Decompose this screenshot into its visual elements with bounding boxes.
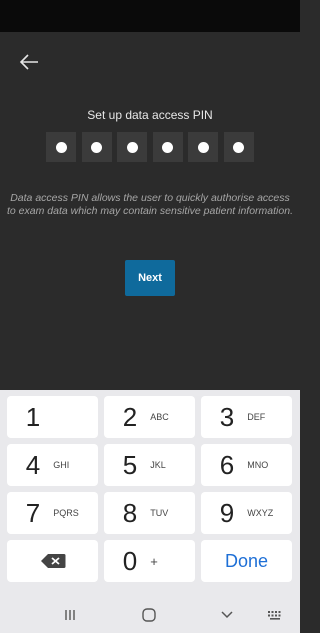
key-letters: ABC [150, 412, 169, 422]
key-3[interactable]: 3 DEF [201, 396, 292, 438]
system-nav-bar [0, 597, 300, 633]
key-0[interactable]: 0 + [104, 540, 195, 582]
pin-box [152, 132, 183, 162]
pin-box [223, 132, 254, 162]
key-digit: 7 [25, 497, 41, 528]
backspace-key[interactable] [7, 540, 98, 582]
key-letters: MNO [247, 460, 269, 470]
keyboard-icon [268, 611, 281, 620]
key-2[interactable]: 2 ABC [104, 396, 195, 438]
numeric-keyboard: 1 2 ABC 3 DEF 4 GHI 5 JKL 6 MNO 7 PQRS 8… [0, 390, 300, 597]
pin-dot [162, 141, 174, 153]
key-8[interactable]: 8 TUV [104, 492, 195, 534]
pin-box [46, 132, 76, 162]
key-letters: TUV [150, 508, 169, 518]
key-1[interactable]: 1 [7, 396, 98, 438]
recents-button[interactable] [60, 605, 80, 625]
key-digit: 0 [122, 545, 138, 576]
pin-setup-screen: Set up data access PIN Data access PIN a… [0, 32, 300, 390]
pin-dot [126, 141, 138, 153]
key-digit: 9 [219, 497, 235, 528]
done-label: Done [224, 550, 269, 571]
home-button[interactable] [138, 605, 160, 625]
pin-dot [91, 141, 103, 153]
page-title: Set up data access PIN [87, 108, 213, 122]
home-icon [142, 608, 156, 622]
key-digit: 1 [25, 401, 41, 432]
backspace-icon [40, 554, 65, 568]
recents-icon [65, 610, 75, 620]
key-9[interactable]: 9 WXYZ [201, 492, 292, 534]
key-letters: PQRS [53, 508, 79, 518]
done-key[interactable]: Done [201, 540, 292, 582]
key-7[interactable]: 7 PQRS [7, 492, 98, 534]
key-digit: 3 [219, 401, 235, 432]
key-digit: 8 [122, 497, 138, 528]
key-4[interactable]: 4 GHI [7, 444, 98, 486]
pin-description: Data access PIN allows the user to quick… [7, 192, 293, 217]
pin-dot [233, 141, 245, 153]
key-digit: 2 [122, 401, 138, 432]
key-letters: GHI [53, 460, 70, 470]
key-digit: 4 [25, 449, 41, 480]
back-chevron-icon [221, 611, 233, 619]
status-bar [0, 0, 300, 32]
pin-box [188, 132, 219, 162]
key-plus: + [150, 553, 158, 569]
key-digit: 6 [219, 449, 235, 480]
pin-entry[interactable] [46, 132, 254, 162]
back-arrow-icon [19, 54, 38, 70]
pin-box [81, 132, 112, 162]
key-letters: JKL [150, 460, 166, 470]
pin-box [117, 132, 148, 162]
key-5[interactable]: 5 JKL [104, 444, 195, 486]
hide-keyboard-button[interactable] [216, 605, 238, 625]
next-button[interactable]: Next [125, 260, 175, 296]
key-6[interactable]: 6 MNO [201, 444, 292, 486]
key-digit: 5 [122, 449, 138, 480]
back-button[interactable] [16, 50, 44, 74]
key-letters: WXYZ [247, 508, 274, 518]
pin-dot [197, 141, 209, 153]
key-letters: DEF [247, 412, 266, 422]
pin-dot [55, 141, 67, 153]
keyboard-switch-button[interactable] [264, 605, 286, 625]
